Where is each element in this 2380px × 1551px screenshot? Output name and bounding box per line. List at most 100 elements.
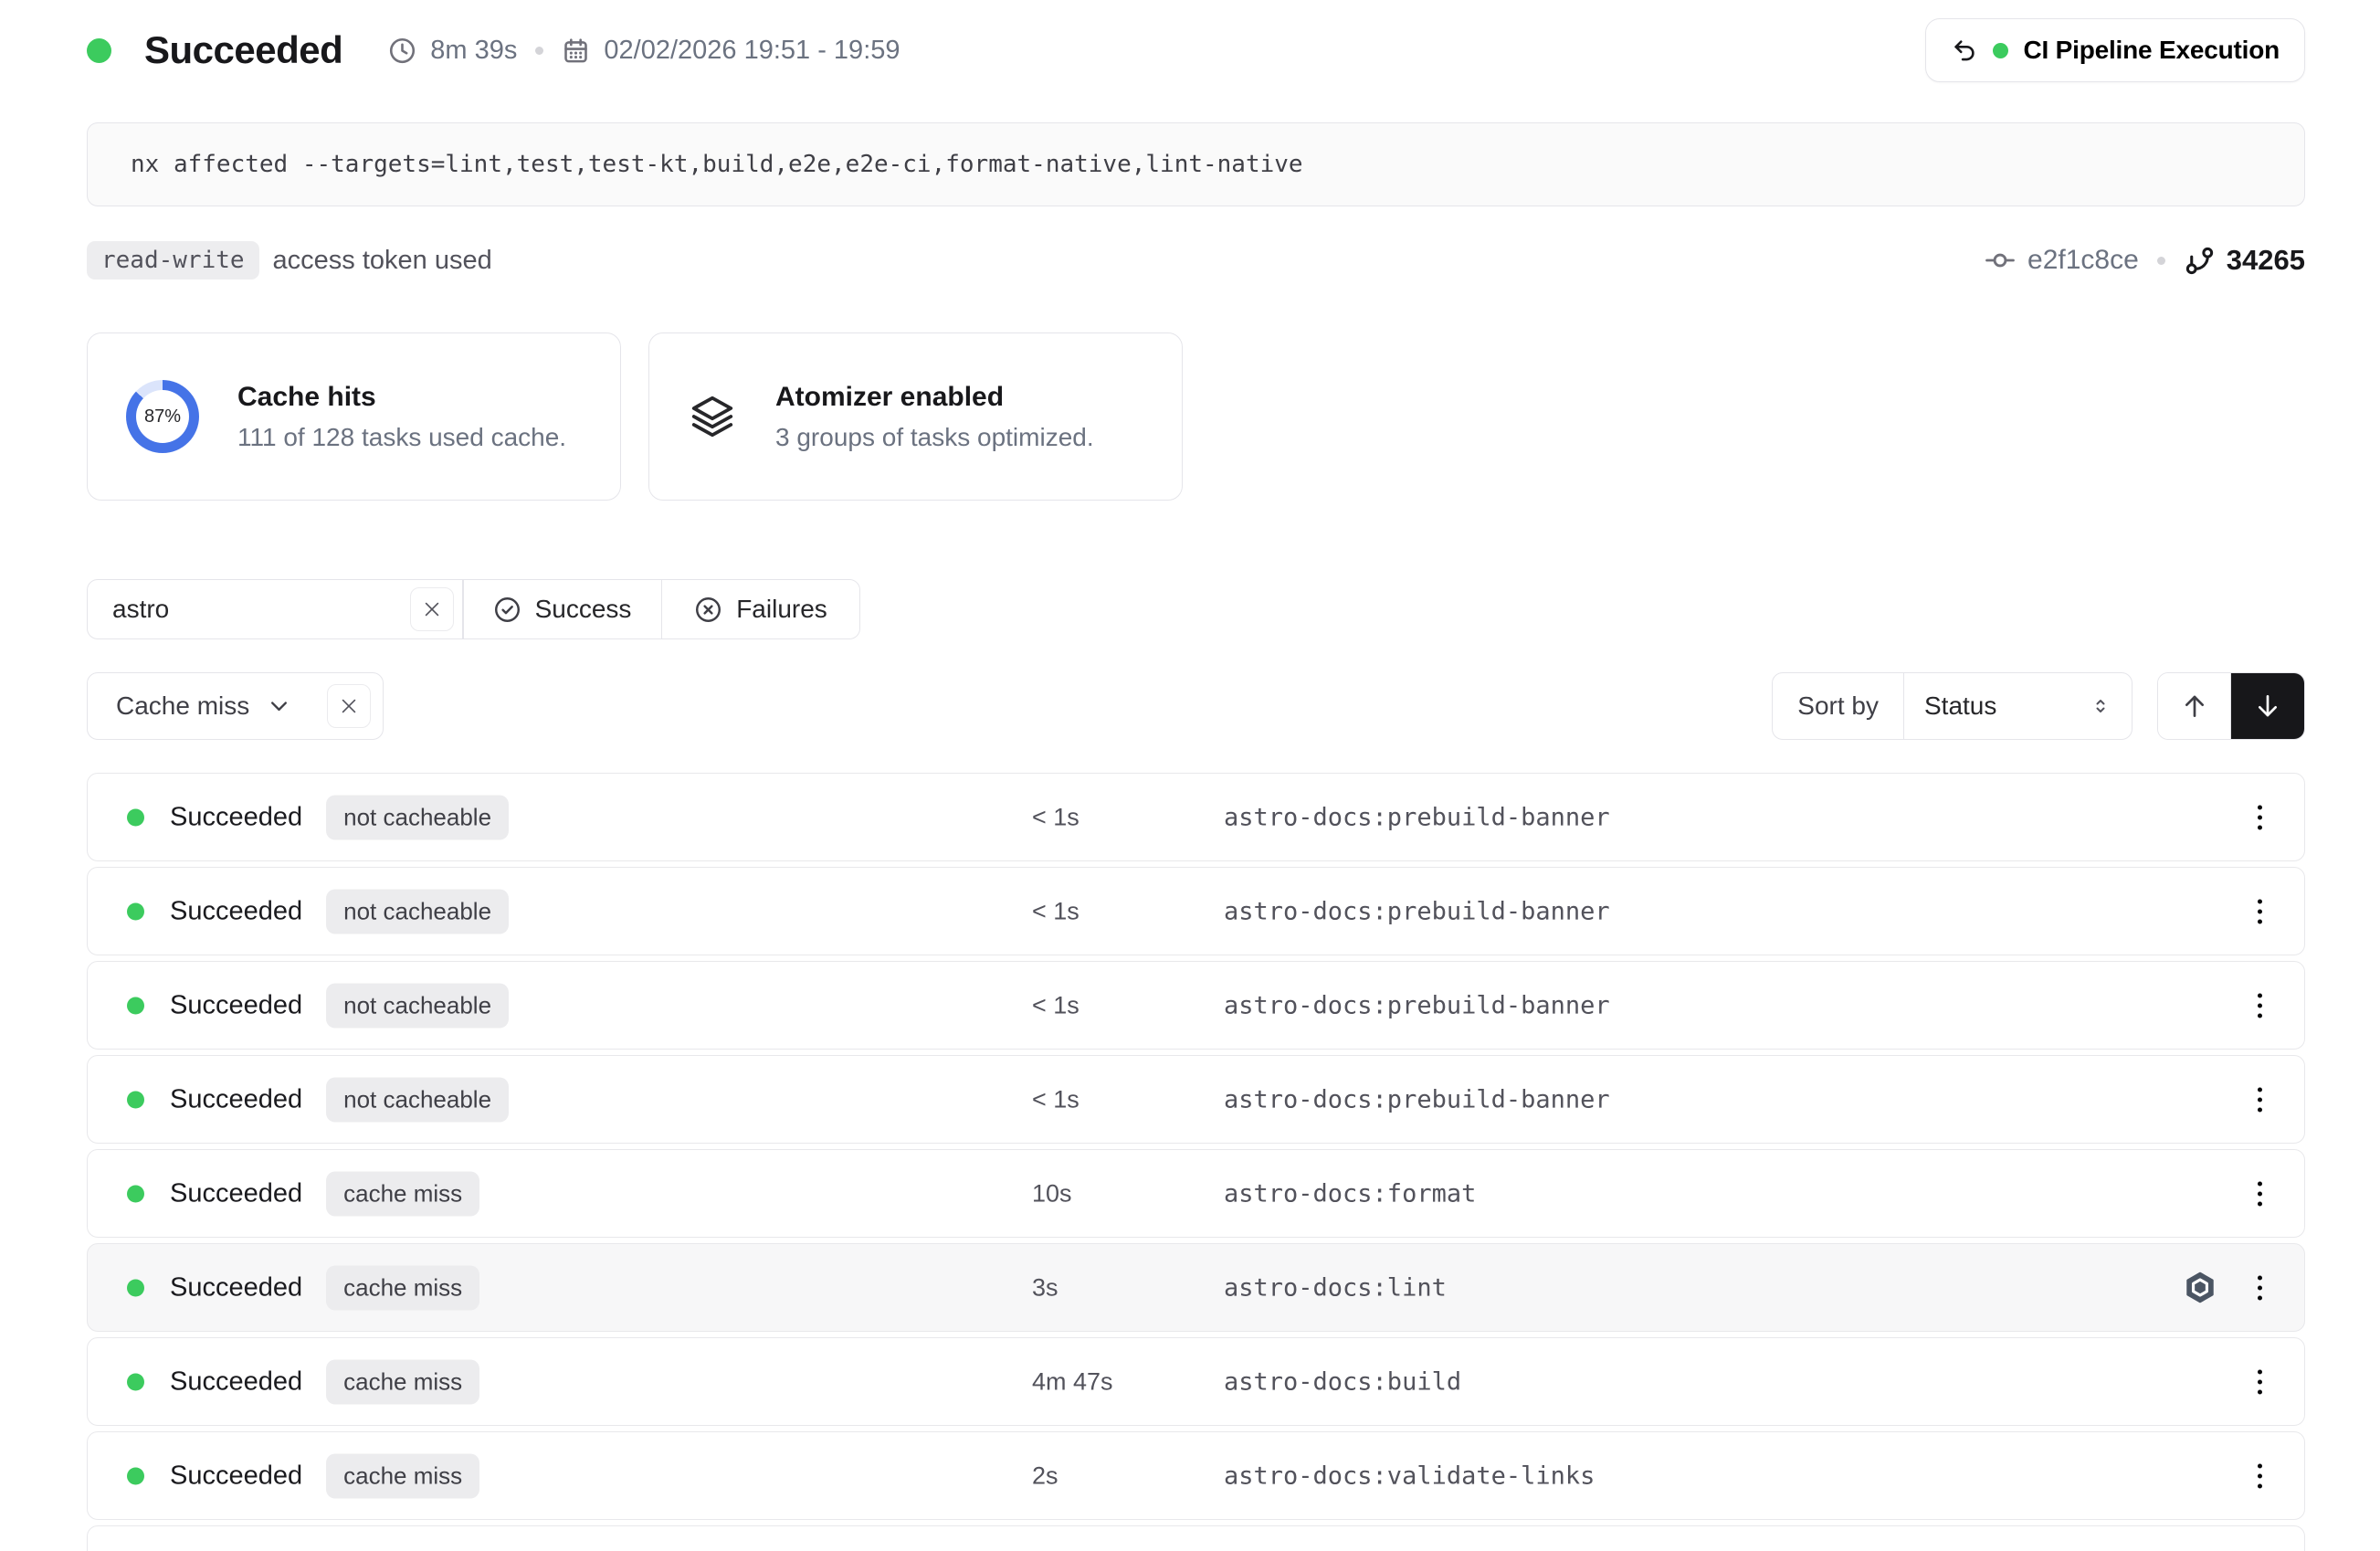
sort-descending-button[interactable] [2231,673,2304,739]
task-name: astro-docs:format [1224,1179,1476,1208]
task-name: astro-docs:validate-links [1224,1461,1595,1490]
hexagon-icon[interactable] [2183,1271,2217,1305]
task-status-label: Succeeded [170,1272,302,1303]
task-status-cell: Succeeded not cacheable [127,983,509,1028]
atomizer-card-title: Atomizer enabled [775,382,1094,413]
filter-bar: Success Failures [87,579,860,639]
task-duration: 2s [1032,1461,1058,1490]
task-name: astro-docs:prebuild-banner [1224,991,1610,1019]
task-row[interactable]: Succeeded not cacheable < 1s astro-docs:… [87,773,2305,861]
pipeline-execution-page: Succeeded 8m 39s 02/02/2026 19:51 - 19:5… [87,18,2305,1551]
task-actions [2183,1270,2268,1305]
task-status-label: Succeeded [170,1366,302,1397]
status-dot [87,38,111,63]
task-row[interactable]: Succeeded not cacheable < 1s astro-docs:… [87,1055,2305,1144]
cache-donut: 87% [126,380,199,453]
page-title: Succeeded [144,28,342,72]
task-name: astro-docs:lint [1224,1273,1447,1302]
task-status-dot [127,1467,144,1484]
task-name: astro-docs:build [1224,1367,1461,1396]
command-text: nx affected --targets=lint,test,test-kt,… [131,151,1303,178]
task-row[interactable]: Succeeded cache miss 10s astro-docs:form… [87,1149,2305,1238]
task-row[interactable]: Succeeded cache miss 3s astro-docs:lint [87,1243,2305,1332]
task-status-cell: Succeeded cache miss [127,1171,479,1216]
back-arrow-icon [1951,37,1978,64]
task-menu-button[interactable] [2252,1081,2268,1117]
cache-card-subtitle: 111 of 128 tasks used cache. [237,423,566,452]
command-box: nx affected --targets=lint,test,test-kt,… [87,122,2305,206]
cache-miss-filter: Cache miss [87,672,384,740]
sort-controls: Sort by Status [1772,672,2305,740]
task-row[interactable]: Succeeded cache miss 2s astro-docs:valid… [87,1431,2305,1520]
task-list: Succeeded not cacheable < 1s astro-docs:… [87,773,2305,1551]
stat-cards: 87% Cache hits 111 of 128 tasks used cac… [87,332,2305,501]
task-row[interactable]: Succeeded not cacheable < 1s astro-docs:… [87,961,2305,1050]
task-status-cell: Succeeded not cacheable [127,1077,509,1122]
task-actions [2252,1458,2268,1493]
clock-icon [388,37,416,65]
filter-failures-button[interactable]: Failures [662,580,859,638]
sort-direction-group [2157,672,2305,740]
duration-text: 8m 39s [430,36,517,66]
task-cache-badge: not cacheable [326,983,509,1028]
task-menu-button[interactable] [2252,799,2268,835]
task-status-cell: Succeeded cache miss [127,1265,479,1310]
task-cache-badge: cache miss [326,1265,479,1310]
separator-dot [535,47,543,55]
token-row: read-write access token used e2f1c8ce 34… [87,241,2305,280]
task-row[interactable]: Succeeded not cacheable < 1s astro-docs:… [87,867,2305,955]
task-status-label: Succeeded [170,1178,302,1208]
task-duration: 4m 47s [1032,1367,1113,1396]
sort-value: Status [1924,691,1996,721]
pipeline-button-label: CI Pipeline Execution [2023,36,2280,65]
task-row[interactable]: Succeeded cache miss 4m 47s astro-docs:b… [87,1337,2305,1426]
task-menu-button[interactable] [2252,1364,2268,1399]
task-row[interactable]: Succeeded 1s astro-docs:e2e (17) [87,1525,2305,1551]
task-status-dot [127,1185,144,1202]
cache-hits-card: 87% Cache hits 111 of 128 tasks used cac… [87,332,621,501]
task-cache-badge: not cacheable [326,795,509,839]
branch-info[interactable]: 34265 [2184,244,2305,277]
cache-donut-label: 87% [136,390,189,443]
task-cache-badge: not cacheable [326,1077,509,1122]
task-status-dot [127,1091,144,1108]
clear-search-button[interactable] [410,587,454,631]
task-menu-button[interactable] [2252,1176,2268,1211]
task-duration: < 1s [1032,991,1079,1019]
vcs-info: e2f1c8ce 34265 [1985,244,2305,277]
task-menu-button[interactable] [2252,1270,2268,1305]
task-cache-badge: not cacheable [326,889,509,934]
task-menu-button[interactable] [2252,987,2268,1023]
check-circle-icon [493,596,521,624]
header-meta: 8m 39s 02/02/2026 19:51 - 19:59 [388,36,900,66]
filter-success-button[interactable]: Success [464,580,661,638]
task-actions [2252,1176,2268,1211]
search-input[interactable] [112,595,386,624]
clear-cache-filter-button[interactable] [327,684,371,728]
task-status-label: Succeeded [170,802,302,832]
sort-ascending-button[interactable] [2158,673,2231,739]
list-controls: Cache miss Sort by Status [87,672,2305,740]
calendar-icon [562,37,590,65]
close-icon [422,599,442,619]
task-cache-badge: cache miss [326,1359,479,1404]
x-circle-icon [694,596,722,624]
task-actions [2252,987,2268,1023]
cache-miss-dropdown[interactable]: Cache miss [116,691,291,721]
task-status-dot [127,1279,144,1296]
token-text: access token used [273,246,492,276]
task-name: astro-docs:prebuild-banner [1224,803,1610,831]
header-status-group: Succeeded 8m 39s 02/02/2026 19:51 - 19:5… [87,28,900,72]
task-status-label: Succeeded [170,1084,302,1114]
task-name: astro-docs:prebuild-banner [1224,1085,1610,1113]
task-status-dot [127,997,144,1014]
pipeline-execution-button[interactable]: CI Pipeline Execution [1925,18,2305,82]
task-menu-button[interactable] [2252,1458,2268,1493]
task-menu-button[interactable] [2252,893,2268,929]
duration-meta: 8m 39s [388,36,517,66]
sort-select[interactable]: Status [1903,673,2132,739]
task-actions [2252,1364,2268,1399]
select-chevrons-icon [2090,695,2111,717]
commit-info[interactable]: e2f1c8ce [1985,245,2139,276]
layers-icon [688,392,737,441]
